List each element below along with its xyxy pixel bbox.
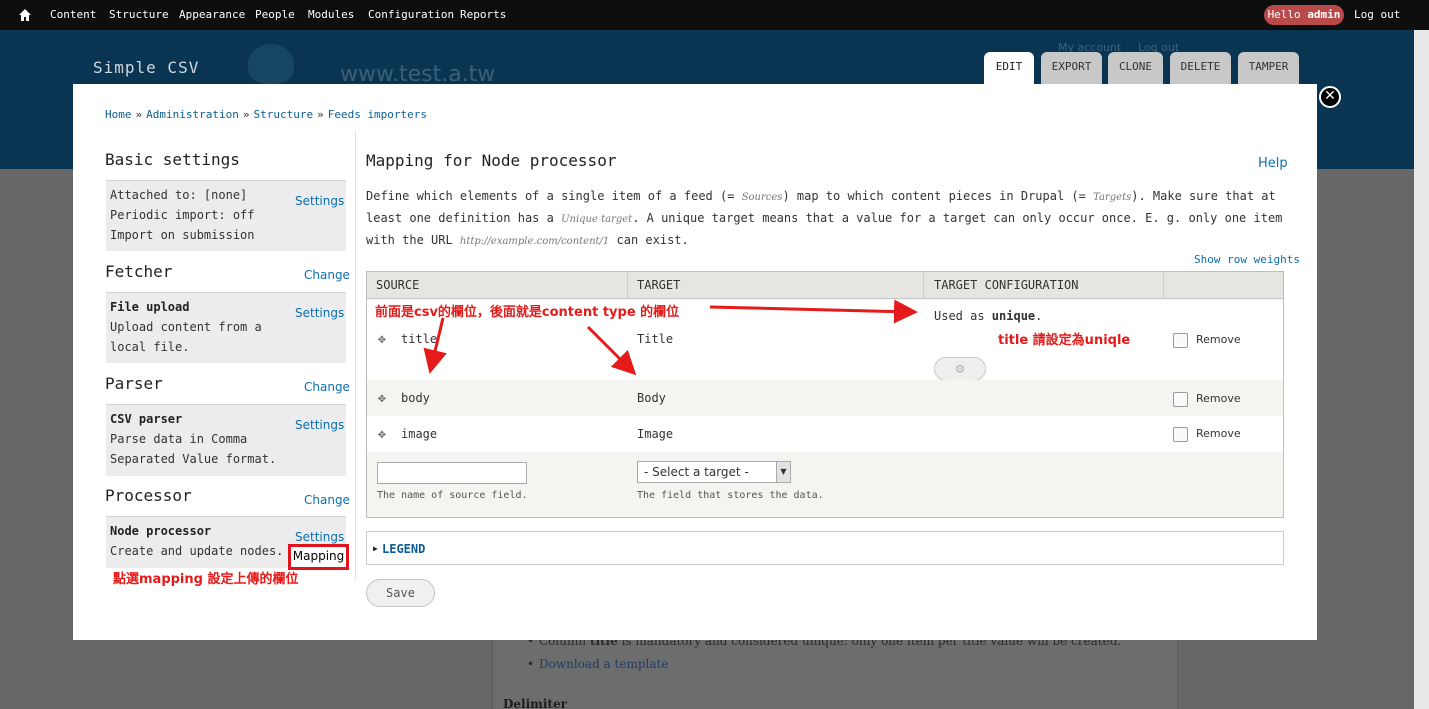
arrow-to-target [586, 325, 637, 376]
annotation-arrows [423, 299, 918, 376]
arrow-to-source [423, 317, 447, 374]
arrow-to-config [709, 299, 918, 324]
